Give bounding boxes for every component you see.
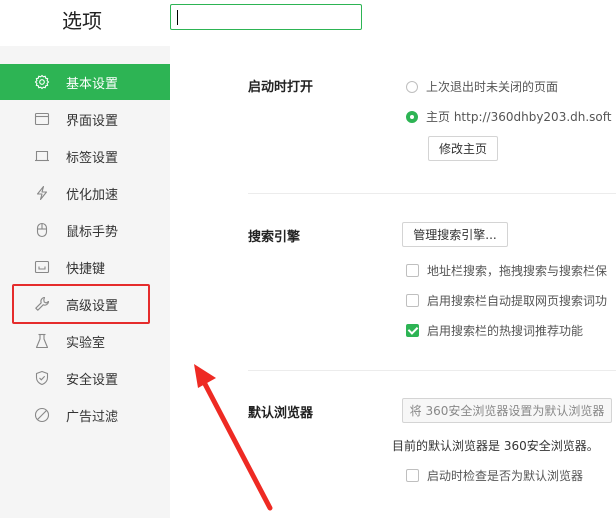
startup-option-restore-label: 上次退出时未关闭的页面 xyxy=(426,80,559,94)
wrench-icon xyxy=(35,296,50,311)
edit-home-button[interactable]: 修改主页 xyxy=(428,136,498,161)
radio-home[interactable] xyxy=(406,110,418,123)
sidebar-item-label: 鼠标手势 xyxy=(66,225,119,240)
sidebar-item-label: 实验室 xyxy=(66,336,106,351)
sidebar-item-label: 快捷键 xyxy=(66,262,106,277)
set-default-browser-button[interactable]: 将 360安全浏览器设置为默认浏览器 xyxy=(402,398,612,423)
sidebar-item-advanced-settings[interactable]: 高级设置 xyxy=(0,286,170,322)
search-option-2[interactable]: 启用搜索栏自动提取网页搜索词功 xyxy=(406,292,607,309)
sidebar-item-security-settings[interactable]: 安全设置 xyxy=(0,360,170,396)
gear-icon xyxy=(34,74,50,90)
checkbox-check-default[interactable] xyxy=(406,469,419,482)
startup-option-home[interactable]: 主页 http://360dhby203.dh.soft xyxy=(406,108,612,125)
sidebar-item-label: 安全设置 xyxy=(66,373,119,388)
startup-section-title: 启动时打开 xyxy=(248,80,314,95)
search-box[interactable] xyxy=(170,4,362,30)
keyboard-icon xyxy=(34,260,50,274)
mouse-icon xyxy=(36,222,48,238)
startup-option-home-label: 主页 http://360dhby203.dh.soft xyxy=(426,110,612,124)
tab-icon xyxy=(35,150,49,162)
sidebar-item-label: 标签设置 xyxy=(66,151,119,166)
sidebar-item-shortcuts[interactable]: 快捷键 xyxy=(0,249,170,285)
search-option-2-label: 启用搜索栏自动提取网页搜索词功 xyxy=(427,294,608,308)
sidebar-item-tab-settings[interactable]: 标签设置 xyxy=(0,138,170,174)
checkbox-address-search[interactable] xyxy=(406,264,419,277)
sidebar-item-label: 优化加速 xyxy=(66,188,119,203)
section-divider xyxy=(248,193,616,194)
sidebar-item-mouse-gesture[interactable]: 鼠标手势 xyxy=(0,212,170,248)
text-caret xyxy=(177,10,178,25)
search-engine-section-title: 搜索引擎 xyxy=(248,230,301,245)
check-default-option[interactable]: 启动时检查是否为默认浏览器 xyxy=(406,467,583,484)
options-header: 选项 xyxy=(0,0,616,46)
sidebar-item-label: 高级设置 xyxy=(66,299,119,314)
default-browser-section-title: 默认浏览器 xyxy=(248,406,314,421)
sidebar-item-label: 基本设置 xyxy=(66,77,119,92)
search-option-3-label: 启用搜索栏的热搜词推荐功能 xyxy=(427,324,584,338)
window-icon xyxy=(34,112,50,126)
sidebar-item-lab[interactable]: 实验室 xyxy=(0,323,170,359)
startup-option-restore[interactable]: 上次退出时未关闭的页面 xyxy=(406,78,558,95)
search-option-3[interactable]: 启用搜索栏的热搜词推荐功能 xyxy=(406,322,583,339)
search-input[interactable] xyxy=(171,5,361,29)
sidebar-item-optimize[interactable]: 优化加速 xyxy=(0,175,170,211)
sidebar: 基本设置 界面设置 标签设置 优化加速 鼠标手势 快捷键 高级设置 实验室 安全… xyxy=(0,46,170,518)
radio-restore[interactable] xyxy=(406,80,418,93)
sidebar-item-label: 广告过滤 xyxy=(66,410,119,425)
search-option-1[interactable]: 地址栏搜索，拖拽搜索与搜索栏保 xyxy=(406,262,607,279)
sidebar-item-basic-settings[interactable]: 基本设置 xyxy=(0,64,170,100)
shield-icon xyxy=(35,370,49,386)
default-browser-status: 目前的默认浏览器是 360安全浏览器。 xyxy=(392,439,599,453)
lightning-icon xyxy=(36,185,48,201)
checkbox-extract-keywords[interactable] xyxy=(406,294,419,307)
sidebar-item-label: 界面设置 xyxy=(66,114,119,129)
flask-icon xyxy=(35,333,49,349)
settings-content: 启动时打开 上次退出时未关闭的页面 主页 http://360dhby203.d… xyxy=(170,46,616,518)
check-default-label: 启动时检查是否为默认浏览器 xyxy=(427,469,584,483)
section-divider xyxy=(248,370,616,371)
block-icon xyxy=(34,407,50,423)
page-title: 选项 xyxy=(62,9,102,33)
search-option-1-label: 地址栏搜索，拖拽搜索与搜索栏保 xyxy=(427,264,608,278)
sidebar-item-ad-filter[interactable]: 广告过滤 xyxy=(0,397,170,433)
checkbox-hot-search[interactable] xyxy=(406,324,419,337)
manage-search-engine-button[interactable]: 管理搜索引擎... xyxy=(402,222,508,247)
sidebar-item-ui-settings[interactable]: 界面设置 xyxy=(0,101,170,137)
